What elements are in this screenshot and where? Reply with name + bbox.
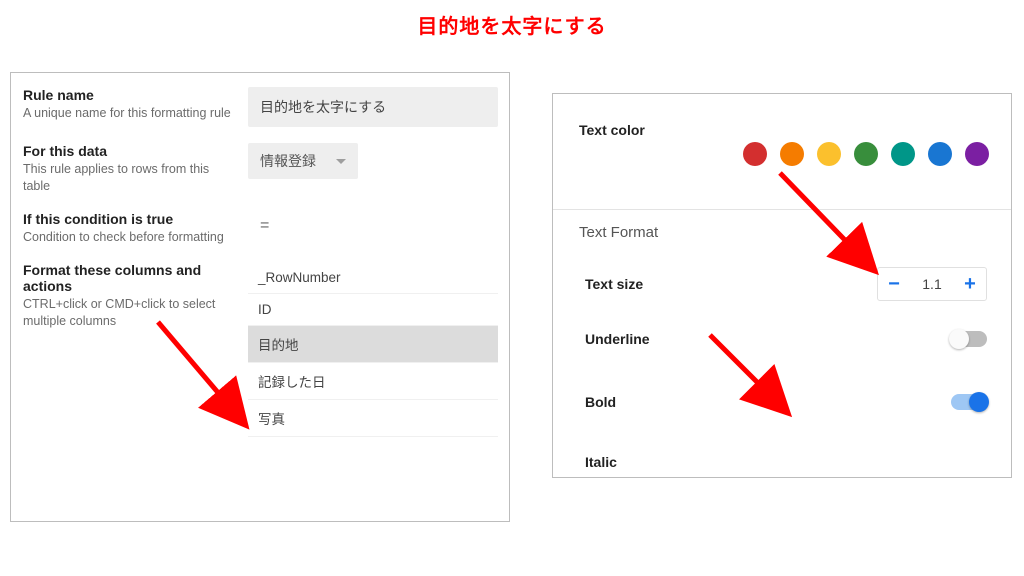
text-size-label: Text size xyxy=(585,276,643,292)
for-data-row: For this data This rule applies to rows … xyxy=(11,135,509,203)
color-swatch-row xyxy=(743,142,989,166)
bold-label: Bold xyxy=(585,394,616,410)
format-options-panel: Text color Text Format Text size − 1.1 +… xyxy=(552,93,1012,478)
condition-label: If this condition is true xyxy=(23,211,238,227)
divider xyxy=(553,209,1011,210)
text-size-row: Text size − 1.1 + xyxy=(585,267,987,301)
columns-list: _RowNumberID目的地記録した日写真 xyxy=(248,262,498,437)
bold-row: Bold xyxy=(585,394,987,410)
color-swatch[interactable] xyxy=(780,142,804,166)
color-swatch[interactable] xyxy=(891,142,915,166)
chevron-down-icon xyxy=(336,159,346,164)
color-swatch[interactable] xyxy=(965,142,989,166)
rule-name-label: Rule name xyxy=(23,87,238,103)
italic-label: Italic xyxy=(585,454,617,470)
format-columns-row: Format these columns and actions CTRL+cl… xyxy=(11,254,509,445)
condition-input[interactable]: = xyxy=(248,211,498,241)
column-item[interactable]: _RowNumber xyxy=(248,262,498,294)
rule-name-input[interactable]: 目的地を太字にする xyxy=(248,87,498,127)
column-item[interactable]: 記録した日 xyxy=(248,363,498,400)
format-columns-sub: CTRL+click or CMD+click to select multip… xyxy=(23,296,238,330)
rule-name-row: Rule name A unique name for this formatt… xyxy=(11,79,509,135)
text-size-value: 1.1 xyxy=(910,276,954,292)
condition-row: If this condition is true Condition to c… xyxy=(11,203,509,254)
underline-row: Underline xyxy=(585,331,987,347)
italic-row: Italic xyxy=(585,454,987,470)
for-data-dropdown[interactable]: 情報登録 xyxy=(248,143,358,179)
underline-toggle[interactable] xyxy=(951,331,987,347)
text-size-minus-button[interactable]: − xyxy=(878,273,910,296)
condition-sub: Condition to check before formatting xyxy=(23,229,238,246)
color-swatch[interactable] xyxy=(928,142,952,166)
column-item[interactable]: 写真 xyxy=(248,400,498,437)
underline-label: Underline xyxy=(585,331,650,347)
format-columns-label: Format these columns and actions xyxy=(23,262,238,294)
bold-toggle[interactable] xyxy=(951,394,987,410)
color-swatch[interactable] xyxy=(743,142,767,166)
text-size-stepper: − 1.1 + xyxy=(877,267,987,301)
for-data-label: For this data xyxy=(23,143,238,159)
column-item[interactable]: 目的地 xyxy=(248,326,498,363)
text-color-label: Text color xyxy=(579,122,991,138)
for-data-sub: This rule applies to rows from this tabl… xyxy=(23,161,238,195)
page-title: 目的地を太字にする xyxy=(0,10,1024,39)
rule-name-sub: A unique name for this formatting rule xyxy=(23,105,238,122)
color-swatch[interactable] xyxy=(854,142,878,166)
for-data-value: 情報登録 xyxy=(260,151,316,171)
color-swatch[interactable] xyxy=(817,142,841,166)
text-size-plus-button[interactable]: + xyxy=(954,273,986,296)
column-item[interactable]: ID xyxy=(248,294,498,326)
text-format-header: Text Format xyxy=(579,224,658,241)
rule-config-panel: Rule name A unique name for this formatt… xyxy=(10,72,510,522)
